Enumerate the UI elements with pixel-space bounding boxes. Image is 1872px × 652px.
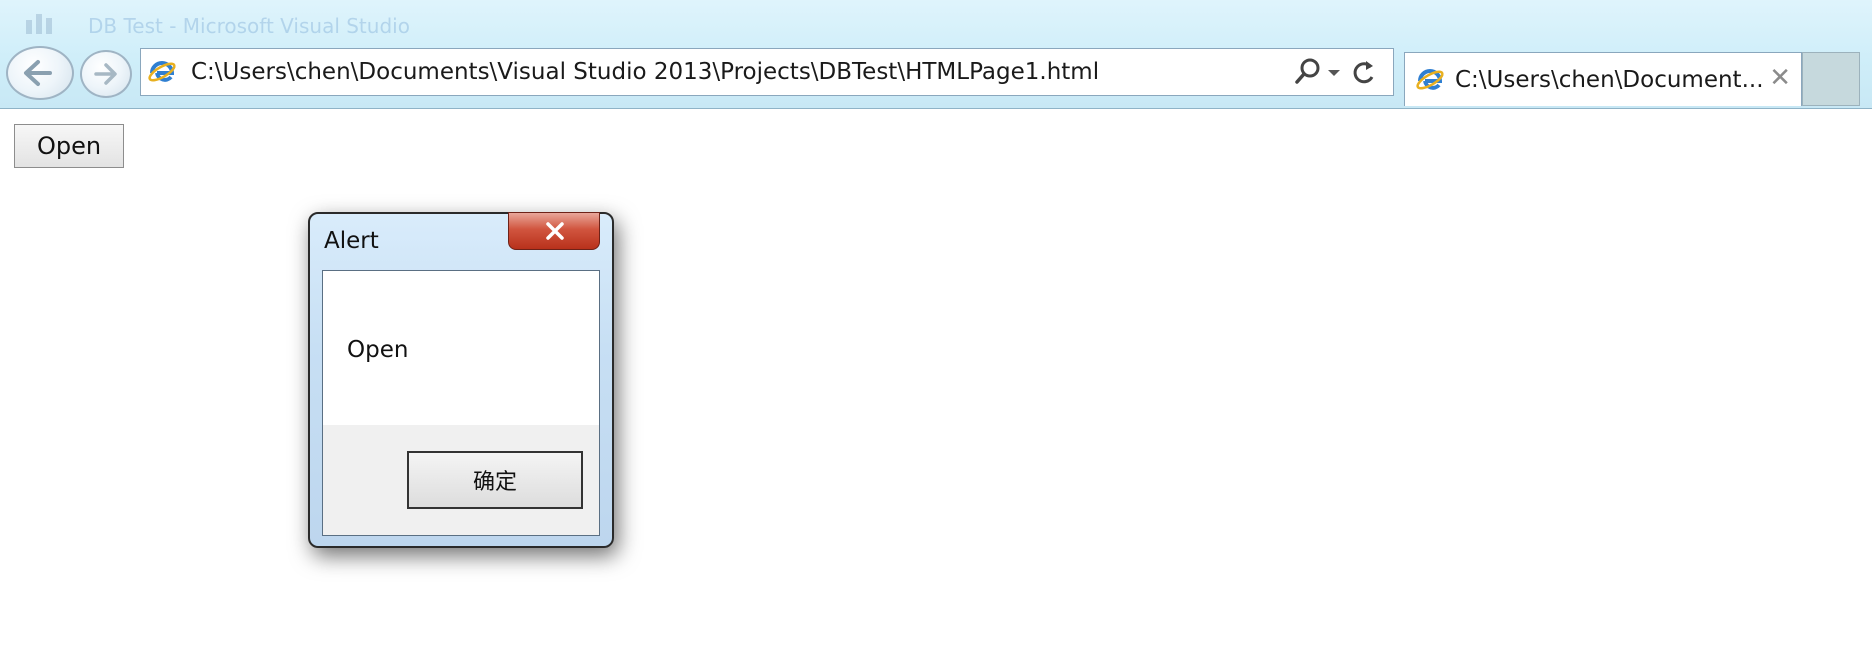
dialog-close-button[interactable] xyxy=(508,212,600,250)
tab-current-page[interactable]: C:\Users\chen\Document... ✕ xyxy=(1404,52,1802,106)
refresh-icon[interactable] xyxy=(1349,55,1379,89)
dialog-body: Open 确定 xyxy=(322,270,600,536)
back-arrow-icon xyxy=(24,60,52,86)
open-button[interactable]: Open xyxy=(14,124,124,168)
window-title: DB Test - Microsoft Visual Studio xyxy=(88,14,410,38)
new-tab-button[interactable] xyxy=(1802,52,1860,106)
ok-button[interactable]: 确定 xyxy=(407,451,583,509)
back-button[interactable] xyxy=(6,46,74,100)
address-tools xyxy=(1293,55,1383,89)
dropdown-arrow-icon[interactable] xyxy=(1325,55,1343,89)
close-icon xyxy=(546,222,564,240)
search-icon[interactable] xyxy=(1293,55,1323,89)
dialog-message: Open xyxy=(347,337,409,363)
browser-chrome: DB Test - Microsoft Visual Studio C:\Use… xyxy=(0,0,1872,109)
alert-dialog: Alert Open 确定 xyxy=(308,212,614,548)
dialog-title: Alert xyxy=(324,228,379,254)
ie-tab-icon xyxy=(1415,65,1445,95)
app-icon xyxy=(26,14,52,34)
dialog-footer: 确定 xyxy=(323,425,599,535)
address-url[interactable]: C:\Users\chen\Documents\Visual Studio 20… xyxy=(191,59,1099,85)
tab-close-icon[interactable]: ✕ xyxy=(1769,63,1791,93)
forward-arrow-icon xyxy=(94,63,117,85)
address-bar[interactable]: C:\Users\chen\Documents\Visual Studio 20… xyxy=(140,48,1394,96)
tab-label: C:\Users\chen\Document... xyxy=(1455,67,1764,93)
forward-button[interactable] xyxy=(80,50,132,98)
ie-page-icon xyxy=(147,57,177,87)
